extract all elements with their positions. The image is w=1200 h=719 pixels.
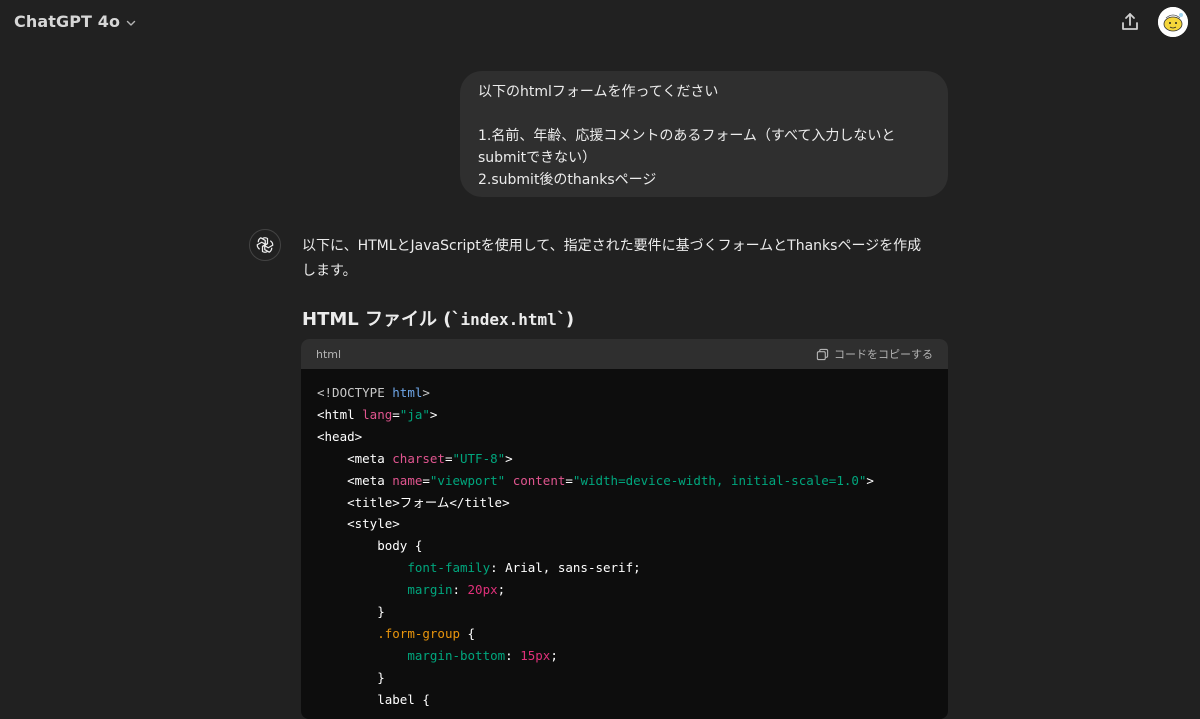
code-body[interactable]: <!DOCTYPE html> <html lang="ja"> <head> <m… (301, 369, 948, 719)
code-token: <title>フォーム</title> (317, 494, 510, 510)
heading-text: HTML ファイル (` (302, 309, 461, 330)
code-token: "viewport" (429, 472, 506, 488)
code-token: <meta (317, 472, 393, 488)
user-message-line (478, 103, 930, 125)
code-line: .form-group { (317, 623, 932, 645)
code-token: } (317, 604, 385, 620)
code-token: font-family (407, 560, 491, 576)
code-token: name (392, 472, 423, 488)
code-token: body { (317, 538, 423, 554)
code-token: ; (550, 647, 558, 663)
code-token: <head> (317, 428, 363, 444)
code-line: } (317, 667, 932, 689)
code-token: margin (407, 582, 453, 598)
copy-code-button[interactable]: コードをコピーする (816, 346, 933, 362)
code-line: } (317, 601, 932, 623)
code-line: <!DOCTYPE html> (317, 382, 932, 404)
assistant-intro-line: 以下に、HTMLとJavaScriptを使用して、指定された要件に基づくフォーム… (302, 238, 922, 254)
assistant-intro-line: します。 (302, 263, 357, 279)
code-line: <style> (317, 513, 932, 535)
code-token: html (392, 385, 423, 400)
code-line: body { (317, 535, 932, 557)
code-token: : (505, 647, 521, 663)
code-token: <style> (317, 516, 400, 532)
code-token: charset (392, 450, 445, 466)
user-message: 以下のhtmlフォームを作ってください 1.名前、年齢、応援コメントのあるフォー… (460, 71, 948, 197)
code-token: <html (317, 406, 363, 422)
code-token: : Arial, sans-serif; (490, 560, 641, 576)
code-line: margin: 20px; (317, 579, 932, 601)
heading-text: `) (556, 309, 575, 330)
code-token: } (317, 669, 385, 685)
code-line: font-family: Arial, sans-serif; (317, 557, 932, 579)
user-message-line: 以下のhtmlフォームを作ってください (478, 84, 719, 100)
code-token: 15px (520, 647, 551, 663)
code-token: label { (317, 691, 430, 707)
model-name: ChatGPT 4o (14, 12, 121, 31)
section-heading: HTML ファイル (`index.html`) (302, 305, 574, 331)
code-token: "ja" (399, 406, 430, 422)
code-token: lang (362, 406, 393, 422)
user-message-line: 1.名前、年齢、応援コメントのあるフォーム（すべて入力しないと (478, 128, 896, 144)
code-token: : (452, 582, 468, 598)
code-token: > (429, 406, 438, 422)
heading-filename: index.html (460, 310, 557, 329)
code-token: > (866, 472, 874, 488)
code-token: { (460, 625, 476, 641)
code-token: "UTF-8" (452, 450, 506, 466)
copy-icon (816, 348, 829, 360)
code-token: ; (497, 582, 506, 598)
code-token: "width=device-width, initial-scale=1.0" (572, 472, 867, 488)
code-token: > (505, 450, 513, 466)
code-line: <head> (317, 426, 932, 448)
user-message-line: submitできない） (478, 150, 597, 166)
code-token: > (422, 385, 430, 400)
code-block: html コードをコピーする <!DOCTYPE html> <html lang… (301, 339, 948, 719)
user-message-line: 2.submit後のthanksページ (478, 172, 657, 188)
chevron-down-icon (124, 15, 138, 29)
assistant-message: 以下に、HTMLとJavaScriptを使用して、指定された要件に基づくフォーム… (302, 234, 952, 284)
model-selector[interactable]: ChatGPT 4o (14, 12, 138, 31)
code-language-label: html (316, 347, 342, 361)
avatar-image (1158, 7, 1188, 37)
code-token: <!DOCTYPE (317, 385, 393, 400)
avatar[interactable] (1158, 7, 1188, 37)
code-token: = (422, 472, 430, 488)
share-icon[interactable] (1117, 9, 1143, 35)
code-line: <title>フォーム</title> (317, 492, 932, 514)
code-line: <html lang="ja"> (317, 404, 932, 426)
code-token: <meta (317, 450, 393, 466)
code-line: <meta name="viewport" content="width=dev… (317, 470, 932, 492)
code-token: margin-bottom (407, 647, 506, 663)
code-token: content (512, 472, 566, 488)
code-line: margin-bottom: 15px; (317, 645, 932, 667)
openai-logo-icon (249, 229, 281, 261)
code-token: 20px (467, 582, 498, 598)
top-bar: ChatGPT 4o (0, 0, 1200, 46)
code-token: = (392, 406, 400, 422)
code-token: = (565, 472, 573, 488)
code-block-header: html コードをコピーする (301, 339, 948, 369)
code-line: <meta charset="UTF-8"> (317, 448, 932, 470)
code-token: .form-group (377, 625, 461, 641)
code-line: label { (317, 689, 932, 711)
copy-code-label: コードをコピーする (834, 348, 933, 361)
